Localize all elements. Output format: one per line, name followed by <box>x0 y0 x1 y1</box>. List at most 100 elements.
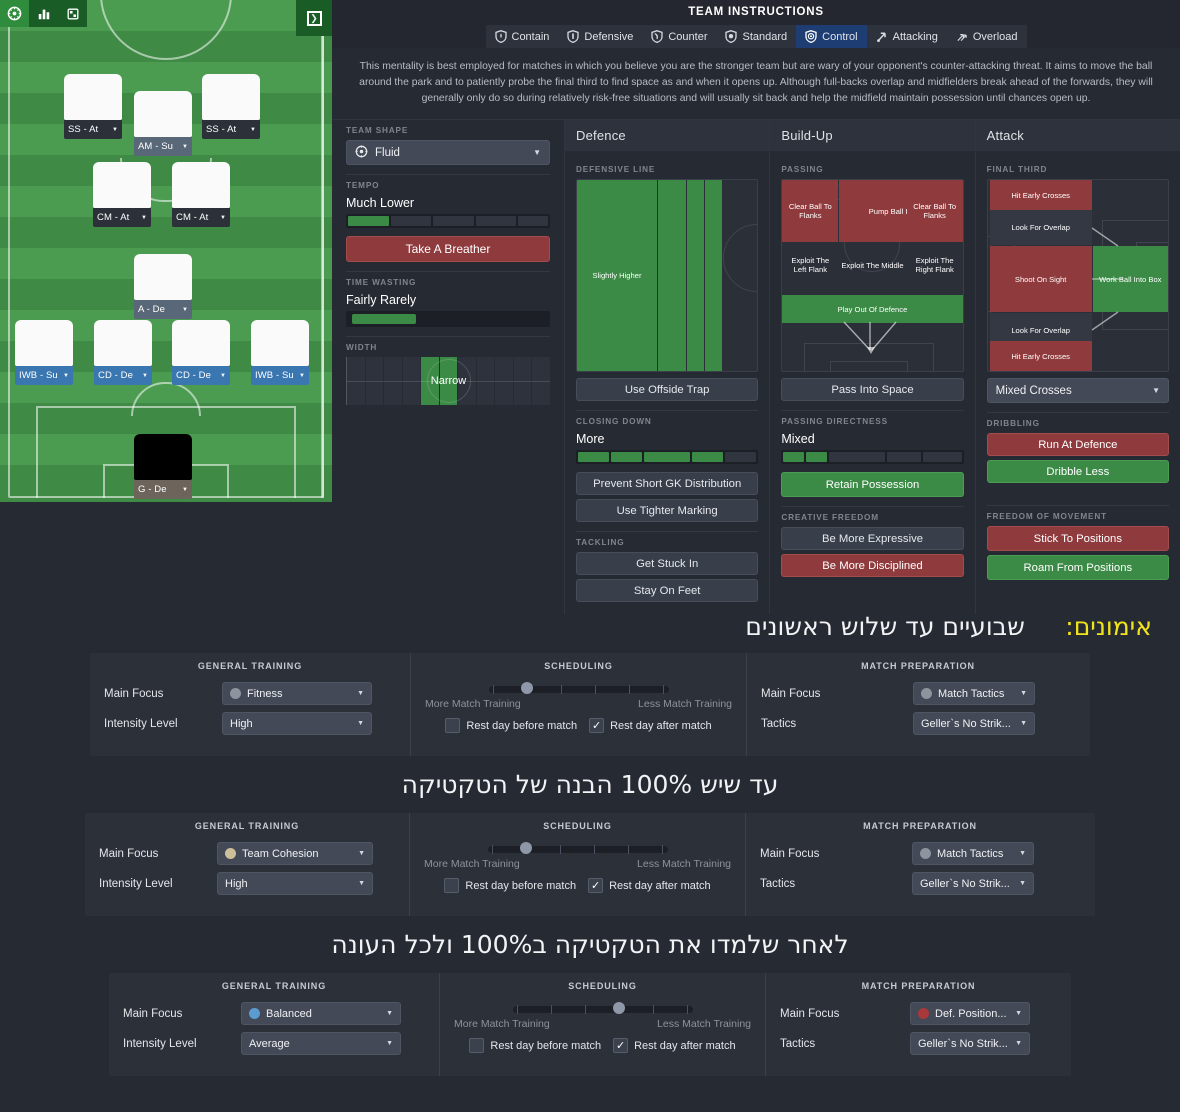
prep-tactics-dropdown[interactable]: Geller`s No Strik... ▼ <box>910 1032 1030 1055</box>
rest-day-after-match-checkbox[interactable]: ✓ Rest day after match <box>613 1038 736 1053</box>
defensive-line-band-3[interactable] <box>687 180 704 372</box>
player-slot-iwb-left[interactable]: IWB - Su ▼ <box>15 320 73 385</box>
main-focus-dropdown[interactable]: Balanced ▼ <box>241 1002 401 1025</box>
be-more-expressive-button[interactable]: Be More Expressive <box>781 527 964 551</box>
player-slot-goalkeeper[interactable]: G - De ▼ <box>134 434 192 499</box>
stats-view-icon[interactable] <box>29 0 58 27</box>
rest-day-before-match-checkbox[interactable]: Rest day before match <box>444 878 576 893</box>
player-slot-iwb-right[interactable]: IWB - Su ▼ <box>251 320 309 385</box>
zone-exploit-middle[interactable]: Exploit The Middle <box>839 242 905 288</box>
mentality-selector[interactable]: Contain Defensive Counter Standard Contr… <box>332 25 1180 48</box>
player-role-selector[interactable]: CM - At ▼ <box>172 208 230 227</box>
prep-main-focus-dropdown[interactable]: Match Tactics ▼ <box>913 682 1035 705</box>
prep-tactics-dropdown[interactable]: Geller`s No Strik... ▼ <box>913 712 1035 735</box>
stay-on-feet-button[interactable]: Stay On Feet <box>576 579 759 603</box>
player-slot-ss-left[interactable]: SS - At ▼ <box>64 74 122 139</box>
player-role-selector[interactable]: CM - At ▼ <box>93 208 151 227</box>
player-role-selector[interactable]: A - De ▼ <box>134 300 192 319</box>
player-slot-cd-right[interactable]: CD - De ▼ <box>172 320 230 385</box>
mentality-defensive[interactable]: Defensive <box>558 25 642 48</box>
match-training-slider[interactable] <box>487 842 668 854</box>
final-third-widget[interactable]: Hit Early Crosses Look For Overlap Shoot… <box>986 179 1169 373</box>
buildup-header: Build-Up <box>770 120 975 152</box>
team-shape-dropdown[interactable]: Fluid ▼ <box>346 140 550 166</box>
use-tighter-marking-button[interactable]: Use Tighter Marking <box>576 499 759 523</box>
mentality-contain[interactable]: Contain <box>486 25 559 48</box>
mentality-control[interactable]: Control <box>796 25 867 48</box>
player-role-selector[interactable]: SS - At ▼ <box>202 120 260 139</box>
closing-down-segments[interactable] <box>576 450 759 465</box>
intensity-level-dropdown[interactable]: Average ▼ <box>241 1032 401 1055</box>
pass-into-space-button[interactable]: Pass Into Space <box>781 378 964 402</box>
take-a-breather-button[interactable]: Take A Breather <box>346 236 550 263</box>
dribble-less-button[interactable]: Dribble Less <box>986 460 1169 484</box>
main-focus-dropdown[interactable]: Fitness ▼ <box>222 682 372 705</box>
prep-main-focus-label: Main Focus <box>761 687 821 700</box>
main-focus-label: Main Focus <box>123 1007 183 1020</box>
slider-right-label: Less Match Training <box>657 1018 751 1030</box>
passing-widget[interactable]: Clear Ball To Flanks Pump Ball Into Box … <box>781 179 964 373</box>
zone-exploit-left-flank[interactable]: Exploit The Left Flank <box>782 242 838 288</box>
zone-play-out-of-defence[interactable]: Play Out Of Defence <box>782 295 963 324</box>
mentality-overload[interactable]: Overload <box>947 25 1027 48</box>
zone-exploit-right-flank[interactable]: Exploit The Right Flank <box>907 242 963 288</box>
chevron-down-icon: ▼ <box>111 126 118 133</box>
main-focus-dropdown[interactable]: Team Cohesion ▼ <box>217 842 373 865</box>
table-row: Main Focus Balanced ▼ <box>123 1002 425 1025</box>
stick-to-positions-button[interactable]: Stick To Positions <box>986 526 1169 552</box>
intensity-level-dropdown[interactable]: High ▼ <box>217 872 373 895</box>
zone-clear-ball-to-flanks-left[interactable]: Clear Ball To Flanks <box>782 180 839 243</box>
defensive-line-band-4[interactable] <box>705 180 722 372</box>
expand-pitch-button[interactable]: ❯ <box>296 0 332 36</box>
width-selector[interactable]: Narrow <box>346 357 551 406</box>
player-role-selector[interactable]: SS - At ▼ <box>64 120 122 139</box>
prep-tactics-dropdown[interactable]: Geller`s No Strik... ▼ <box>912 872 1034 895</box>
player-slot-anchor[interactable]: A - De ▼ <box>134 254 192 319</box>
defensive-line-band-1[interactable]: Slightly Higher <box>577 180 657 372</box>
rest-day-before-match-checkbox[interactable]: Rest day before match <box>445 718 577 733</box>
retain-possession-button[interactable]: Retain Possession <box>781 472 964 498</box>
player-role-selector[interactable]: CD - De ▼ <box>172 366 230 385</box>
player-slot-cm-right[interactable]: CM - At ▼ <box>172 162 230 227</box>
match-training-slider[interactable] <box>488 682 669 694</box>
defensive-line-band-2[interactable] <box>658 180 686 372</box>
defensive-line-widget[interactable]: Slightly Higher <box>576 179 759 373</box>
run-at-defence-button[interactable]: Run At Defence <box>986 433 1169 457</box>
rest-day-after-match-checkbox[interactable]: ✓ Rest day after match <box>588 878 711 893</box>
roam-from-positions-button[interactable]: Roam From Positions <box>986 555 1169 581</box>
formation-pitch[interactable]: ❯ SS - At ▼ AM - Su ▼ SS - At ▼ CM - At … <box>0 0 332 502</box>
player-role-selector[interactable]: AM - Su ▼ <box>134 137 192 156</box>
chevron-down-icon: ▼ <box>358 880 365 887</box>
be-more-disciplined-button[interactable]: Be More Disciplined <box>781 554 964 578</box>
crossing-dropdown[interactable]: Mixed Crosses ▼ <box>986 378 1169 404</box>
time-wasting-slider[interactable] <box>346 311 550 328</box>
match-training-slider[interactable] <box>512 1002 693 1014</box>
player-slot-cd-left[interactable]: CD - De ▼ <box>94 320 152 385</box>
get-stuck-in-button[interactable]: Get Stuck In <box>576 552 759 576</box>
pitch-view-toolbar[interactable] <box>0 0 87 27</box>
player-role-selector[interactable]: G - De ▼ <box>134 480 192 499</box>
intensity-level-dropdown[interactable]: High ▼ <box>222 712 372 735</box>
mentality-attacking[interactable]: Attacking <box>867 25 947 48</box>
player-role-selector[interactable]: IWB - Su ▼ <box>251 366 309 385</box>
rest-day-after-match-checkbox[interactable]: ✓ Rest day after match <box>589 718 712 733</box>
zone-label: Clear Ball To Flanks <box>913 202 957 221</box>
grid-view-icon[interactable] <box>58 0 87 27</box>
player-role-selector[interactable]: IWB - Su ▼ <box>15 366 73 385</box>
defensive-line-band-5[interactable] <box>723 180 757 371</box>
mentality-standard[interactable]: Standard <box>716 25 796 48</box>
player-slot-ss-right[interactable]: SS - At ▼ <box>202 74 260 139</box>
mentality-counter[interactable]: Counter <box>642 25 716 48</box>
player-slot-cm-left[interactable]: CM - At ▼ <box>93 162 151 227</box>
player-slot-am[interactable]: AM - Su ▼ <box>134 91 192 156</box>
use-offside-trap-button[interactable]: Use Offside Trap <box>576 378 759 402</box>
pitch-view-icon[interactable] <box>0 0 29 27</box>
passing-directness-segments[interactable] <box>781 450 964 465</box>
prep-main-focus-dropdown[interactable]: Match Tactics ▼ <box>912 842 1034 865</box>
prep-main-focus-dropdown[interactable]: Def. Position... ▼ <box>910 1002 1030 1025</box>
player-role-selector[interactable]: CD - De ▼ <box>94 366 152 385</box>
tempo-segments[interactable] <box>346 214 550 229</box>
prevent-short-gk-distribution-button[interactable]: Prevent Short GK Distribution <box>576 472 759 496</box>
zone-clear-ball-to-flanks-right[interactable]: Clear Ball To Flanks <box>906 180 963 243</box>
rest-day-before-match-checkbox[interactable]: Rest day before match <box>469 1038 601 1053</box>
